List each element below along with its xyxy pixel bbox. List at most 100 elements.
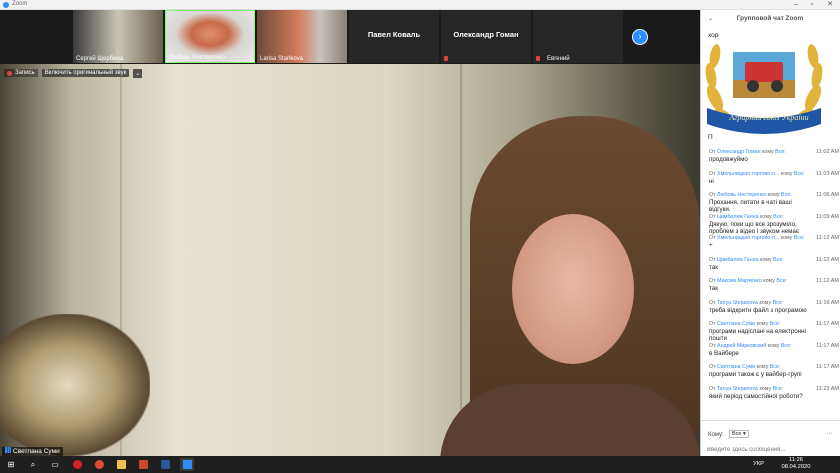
message-text: так: [709, 263, 718, 271]
participant-name: Любовь Нестеренко: [169, 55, 225, 61]
window-title: Zoom: [12, 1, 28, 7]
message-meta: От Светлана Суми кому Все:: [709, 321, 781, 327]
maximize-button[interactable]: ▫: [804, 0, 820, 10]
next-page-button[interactable]: ›: [632, 29, 648, 45]
message-text: програми надіслані на електронні пошти: [709, 328, 806, 342]
active-speaker-label: Светлана Суми: [2, 447, 63, 456]
message-meta: От Хмельницкая торгово-п... кому Все:: [709, 235, 805, 241]
participant-tile[interactable]: Любовь Нестеренко: [165, 10, 255, 63]
from-prefix: От: [709, 364, 716, 370]
message-recipient: Все: [793, 170, 804, 177]
to-word: кому: [762, 149, 774, 155]
participant-strip: Сергей Щербина Любовь Нестеренко Larisa …: [0, 10, 700, 64]
to-word: кому: [759, 299, 772, 306]
close-button[interactable]: ✕: [822, 0, 838, 10]
to-word: кому: [756, 321, 769, 327]
message-text: +: [709, 242, 713, 249]
windows-start-icon[interactable]: ⊞: [4, 458, 18, 471]
message-time: 11:23 AM: [816, 385, 839, 392]
zoom-taskbar-icon[interactable]: [180, 458, 194, 471]
from-prefix: От: [709, 342, 716, 349]
message-time: 11:12 AM: [816, 235, 839, 241]
message-meta: От Tanya Stepanova кому Все:: [709, 385, 784, 392]
message-time: 11:03 AM: [816, 170, 839, 177]
participant-name: Евгений: [547, 56, 570, 62]
message-meta: От Цимбалюк Ганна кому Все:: [709, 256, 784, 263]
message-text: Дякую, поки що все зрозуміло, проблем з …: [709, 220, 800, 235]
logo-caption: Аграрний союз України: [729, 113, 809, 122]
chat-message: От Олександр Гоман кому Все: 11:02 AM прод…: [709, 149, 839, 171]
participant-name: Олександр Гоман: [453, 30, 519, 39]
clock[interactable]: 11:26 08.04.2020: [776, 457, 816, 471]
chevron-right-icon: ›: [638, 31, 642, 41]
message-sender[interactable]: Светлана Суми: [717, 364, 755, 370]
record-icon: [7, 70, 12, 76]
message-sender[interactable]: Tanya Stepanova: [717, 300, 758, 306]
language-indicator[interactable]: УКР: [753, 461, 764, 467]
message-time: 11:06 AM: [816, 192, 839, 198]
opera-icon[interactable]: [70, 458, 84, 471]
message-sender[interactable]: Цимбалюк Ганна: [717, 214, 758, 220]
active-speaker-name: Светлана Суми: [13, 448, 60, 455]
task-view-icon[interactable]: ▭: [48, 458, 62, 471]
chat-title: Групповой чат Zoom: [736, 15, 804, 22]
chat-message: От Хмельницкая торгово-п... кому Все: 11:…: [709, 235, 839, 257]
message-meta: От Максим Марченко кому Все:: [709, 278, 788, 284]
chat-input[interactable]: [707, 445, 827, 454]
powerpoint-icon[interactable]: [136, 458, 150, 471]
participant-name: Павел Коваль: [367, 30, 421, 39]
zoom-app-icon: [3, 2, 9, 8]
decor: [512, 214, 634, 364]
chat-message: От Светлана Суми кому Все: 11:17 AM програ…: [709, 364, 839, 386]
minimize-button[interactable]: –: [788, 0, 804, 10]
message-sender[interactable]: Олександр Гоман: [717, 149, 760, 155]
search-icon[interactable]: ⌕: [26, 458, 40, 471]
participant-tile[interactable]: Олександр Гоман: [441, 10, 531, 63]
chat-message: От Tanya Stepanova кому Все: 11:16 AM треб…: [709, 299, 839, 322]
participant-tile[interactable]: Larisa Starikova: [257, 10, 347, 63]
message-text: так: [709, 285, 718, 292]
message-time: 11:02 AM: [816, 149, 839, 155]
participant-tile[interactable]: Сергей Щербина: [73, 10, 163, 63]
from-prefix: От: [709, 385, 716, 392]
message-time: 11:17 AM: [816, 364, 839, 370]
chrome-icon[interactable]: [92, 458, 106, 471]
message-recipient: Все: [781, 192, 791, 198]
chevron-down-icon[interactable]: ⌄: [133, 68, 143, 78]
recipient-select[interactable]: Все ▾: [729, 430, 749, 438]
message-recipient: Все: [776, 278, 786, 284]
message-sender[interactable]: Андрей Мирковский: [717, 343, 766, 349]
more-options-icon[interactable]: ···: [826, 430, 833, 437]
original-sound-button[interactable]: Включить оригинальный звук: [41, 69, 130, 77]
file-explorer-icon[interactable]: [114, 458, 128, 471]
message-sender[interactable]: Хмельницкая торгово-п...: [717, 171, 779, 177]
recording-indicator[interactable]: Запись: [4, 69, 38, 77]
message-time: 11:12 AM: [816, 256, 839, 263]
message-recipient: Все: [773, 213, 783, 220]
to-word: кому: [767, 192, 780, 198]
participant-tile[interactable]: Павел Коваль: [349, 10, 439, 63]
signal-icon: [5, 447, 11, 453]
message-sender[interactable]: Хмельницкая торгово-п...: [717, 235, 779, 241]
message-recipient: Все: [780, 342, 790, 349]
message-sender[interactable]: Максим Марченко: [717, 278, 762, 284]
message-recipient: Все: [772, 299, 782, 306]
message-sender[interactable]: Светлана Суми: [717, 321, 755, 327]
participant-tile[interactable]: Евгений: [533, 10, 623, 63]
chat-message: От Максим Марченко кому Все: 11:12 AM так: [709, 278, 839, 300]
chat-message: От Любовь Нестеренко кому Все: 11:06 AM Пр…: [709, 192, 839, 214]
message-meta: От Цимбалюк Ганна кому Все:: [709, 213, 784, 220]
message-time: 11:09 AM: [816, 213, 839, 220]
message-time: 11:16 AM: [816, 299, 839, 306]
agrarian-union-logo: [705, 44, 823, 134]
to-word: кому: [763, 278, 775, 284]
word-icon[interactable]: [158, 458, 172, 471]
muted-mic-icon: [444, 56, 448, 61]
message-sender[interactable]: Tanya Stepanova: [717, 386, 758, 392]
message-recipient: Все: [769, 364, 779, 370]
to-word: кому: [756, 364, 769, 370]
message-sender[interactable]: Цимбалюк Ганна: [717, 257, 758, 263]
message-time: 11:17 AM: [816, 321, 839, 327]
message-meta: От Любовь Нестеренко кому Все:: [709, 192, 792, 198]
message-sender[interactable]: Любовь Нестеренко: [717, 192, 766, 198]
